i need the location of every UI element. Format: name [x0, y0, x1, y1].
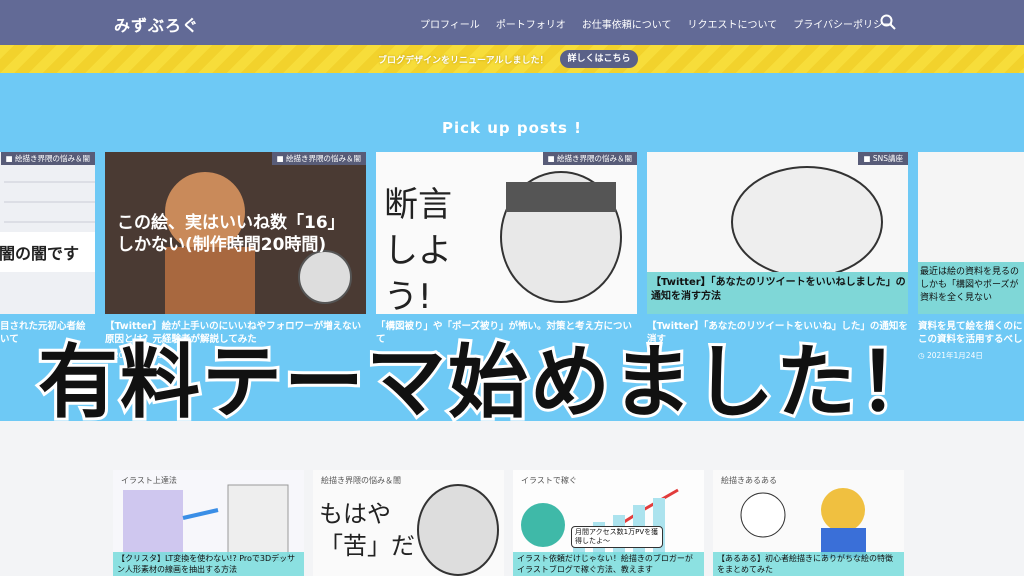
card-category-label: 絵描き界隈の悩み＆闇 [286, 154, 361, 163]
card-thumbnail[interactable]: 【Twitter】「あなたのリツイートをいいねしました」の通知を消す方法 ■ S… [647, 152, 908, 314]
post-title[interactable]: イラスト依頼だけじゃない！絵描きのブロガーがイラストブログで稼ぐ方法、教えます [513, 552, 704, 576]
card-category: ■ 絵描き界隈の悩み＆闇 [271, 152, 366, 165]
card-category: ■ 絵描き界隈の悩み＆闇 [0, 152, 95, 165]
post-card[interactable]: イラスト上達法 【クリスタ】LT変換を使わない!? Proで3Dデッサン人形素材… [113, 470, 304, 576]
main-nav: プロフィール ポートフォリオ お仕事依頼について リクエストについて プライバシ… [420, 16, 909, 31]
card-art-text: この絵、実はいいね数「16」しかない(制作時間20時間) [117, 213, 345, 255]
post-card[interactable]: 絵描き界隈の悩み＆闇 もはや「苦」だ [313, 470, 504, 576]
nav-work-request[interactable]: お仕事依頼について [582, 16, 672, 31]
card-thumbnail[interactable]: この絵、実はいいね数「16」しかない(制作時間20時間) ■ 絵描き界隈の悩み＆… [105, 152, 366, 314]
thumbnail-image [0, 152, 95, 314]
card-category-label: 絵描き界隈の悩み＆闇 [15, 154, 90, 163]
card-art-text: 闇の闇です [0, 244, 80, 263]
folder-icon: ■ [276, 154, 286, 163]
post-category: 絵描き界隈の悩み＆闇 [321, 476, 401, 485]
overlay-headline: 有料テーマ始めました！ [35, 333, 941, 432]
post-title[interactable]: 【クリスタ】LT変換を使わない!? Proで3Dデッサン人形素材の線画を抽出する… [113, 552, 304, 576]
card-category-label: SNS講座 [872, 154, 903, 163]
notice-details-button[interactable]: 詳しくはこちら [560, 50, 638, 68]
card-art-text: 【Twitter】「あなたのリツイートをいいねしました」の通知を消す方法 [651, 277, 906, 302]
post-card[interactable]: イラストで稼ぐ 月間アクセス数1万PVを獲得したよ〜 イラスト依頼だけじゃない！… [513, 470, 704, 576]
post-badge: 月間アクセス数1万PVを獲得したよ〜 [571, 526, 663, 548]
post-category: イラスト上達法 [121, 476, 177, 485]
folder-icon: ■ [863, 154, 873, 163]
post-category: イラストで稼ぐ [521, 476, 577, 485]
card-art-text: 最近は絵の資料を見るのしかも「構図やポーズが資料を全く見ない [920, 267, 1020, 303]
folder-icon: ■ [5, 154, 15, 163]
card-category: ■ 絵描き界隈の悩み＆闇 [542, 152, 637, 165]
post-title[interactable]: 【あるある】初心者絵描きにありがちな絵の特徴をまとめてみた [713, 552, 904, 576]
search-icon[interactable] [880, 14, 896, 30]
nav-privacy[interactable]: プライバシーポリシー [793, 16, 893, 31]
card-thumbnail[interactable]: 断言しよう! ■ 絵描き界隈の悩み＆闇 [376, 152, 637, 314]
notice-bar: ブログデザインをリニューアルしました！ 詳しくはこちら [0, 45, 1024, 73]
card-thumbnail[interactable]: 闇の闇です ■ 絵描き界隈の悩み＆闇 [0, 152, 95, 314]
page: みずぶろぐ プロフィール ポートフォリオ お仕事依頼について リクエストについて… [0, 0, 1024, 576]
site-header: みずぶろぐ プロフィール ポートフォリオ お仕事依頼について リクエストについて… [0, 0, 1024, 45]
folder-icon: ■ [547, 154, 557, 163]
nav-profile[interactable]: プロフィール [420, 16, 480, 31]
post-art-text[interactable]: もはや「苦」だ [319, 498, 419, 562]
nav-request[interactable]: リクエストについて [688, 16, 778, 31]
site-logo[interactable]: みずぶろぐ [114, 12, 199, 36]
card-art-text: 断言しよう! [384, 185, 452, 314]
post-card[interactable]: 絵描きあるある 【あるある】初心者絵描きにありがちな絵の特徴をまとめてみた [713, 470, 904, 576]
notice-text: ブログデザインをリニューアルしました！ [378, 56, 549, 66]
nav-portfolio[interactable]: ポートフォリオ [496, 16, 566, 31]
pickup-title: Pick up posts ! [442, 119, 582, 137]
card-category: ■ SNS講座 [858, 152, 908, 165]
card-thumbnail[interactable]: 最近は絵の資料を見るのしかも「構図やポーズが資料を全く見ない [918, 152, 1024, 314]
card-category-label: 絵描き界隈の悩み＆闇 [557, 154, 632, 163]
post-category: 絵描きあるある [721, 476, 777, 485]
